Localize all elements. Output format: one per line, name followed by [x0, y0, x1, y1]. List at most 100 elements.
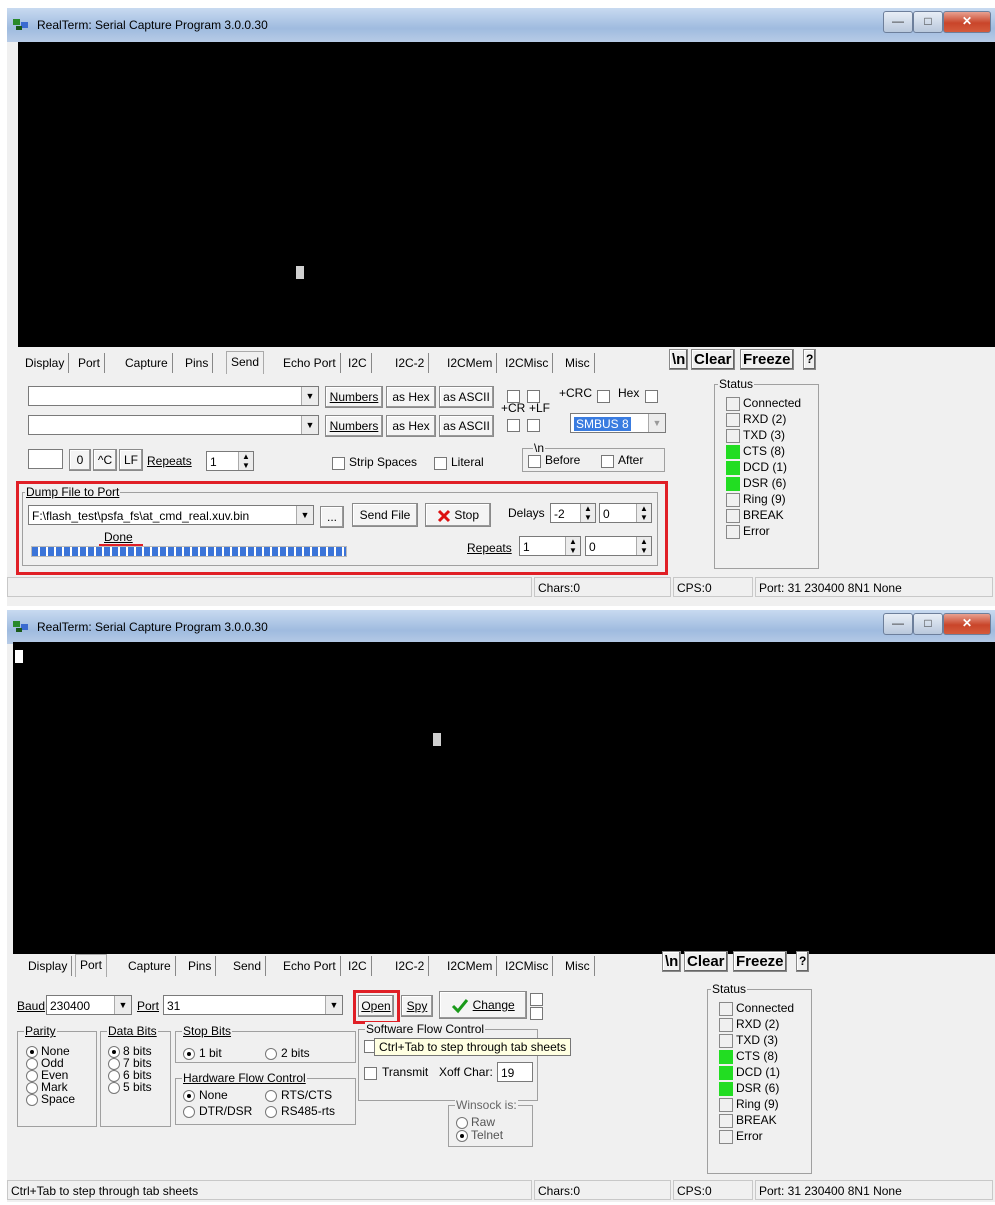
strip-spaces-checkbox[interactable]: [332, 457, 345, 470]
send-numbers-button-1[interactable]: Numbers: [325, 386, 383, 408]
tab-misc[interactable]: Misc: [561, 353, 595, 373]
stopbits-2-radio[interactable]: [265, 1048, 277, 1060]
hwflow-rtscts-radio[interactable]: [265, 1090, 277, 1102]
tab-port[interactable]: Port: [75, 954, 108, 977]
tab-i2cmem[interactable]: I2CMem: [443, 353, 498, 373]
send-as-ascii-button-2[interactable]: as ASCII: [439, 415, 494, 437]
parity-even-radio[interactable]: [26, 1070, 38, 1082]
spin-arrows-icon[interactable]: ▲ ▼: [636, 504, 651, 522]
tab-misc[interactable]: Misc: [561, 956, 595, 976]
clear-button[interactable]: Clear: [691, 349, 735, 370]
parity-none-radio[interactable]: [26, 1046, 38, 1058]
transmit-checkbox[interactable]: [364, 1067, 377, 1080]
send-char-input[interactable]: [28, 449, 63, 469]
tab-i2c-2[interactable]: I2C-2: [391, 956, 430, 976]
chevron-down-icon[interactable]: ▼: [301, 387, 318, 405]
send-as-ascii-button-1[interactable]: as ASCII: [439, 386, 494, 408]
tab-i2c-2[interactable]: I2C-2: [391, 353, 430, 373]
open-button[interactable]: Open: [358, 995, 394, 1017]
send-input-2[interactable]: ▼: [28, 415, 319, 435]
tab-capture[interactable]: Capture: [121, 353, 173, 373]
maximize-button[interactable]: □: [913, 11, 943, 33]
crc-checkbox[interactable]: [597, 390, 610, 403]
after-checkbox[interactable]: [601, 455, 614, 468]
tab-display[interactable]: Display: [24, 956, 73, 976]
tab-port[interactable]: Port: [74, 353, 106, 373]
send-ctrl-c-button[interactable]: ^C: [93, 449, 117, 471]
tab-pins[interactable]: Pins: [181, 353, 214, 373]
send-lf-button[interactable]: LF: [119, 449, 143, 471]
change-button[interactable]: Change: [439, 991, 527, 1019]
tab-echo-port[interactable]: Echo Port: [279, 353, 341, 373]
help-button[interactable]: ?: [796, 951, 810, 972]
spin-arrows-icon[interactable]: ▲ ▼: [238, 452, 253, 470]
databits-6-bits-radio[interactable]: [108, 1070, 120, 1082]
before-checkbox[interactable]: [528, 455, 541, 468]
send-file-button[interactable]: Send File: [352, 503, 418, 527]
maximize-button[interactable]: □: [913, 613, 943, 635]
hwflow-rs485-radio[interactable]: [265, 1106, 277, 1118]
tab-i2cmisc[interactable]: I2CMisc: [501, 956, 554, 976]
winsock-telnet-radio[interactable]: [456, 1130, 468, 1142]
spin-arrows-icon[interactable]: ▲ ▼: [565, 537, 580, 555]
parity-odd-radio[interactable]: [26, 1058, 38, 1070]
newline-button[interactable]: \n: [669, 349, 689, 370]
dump-file-path[interactable]: F:\flash_test\psfa_fs\at_cmd_real.xuv.bi…: [28, 505, 314, 525]
terminal-display[interactable]: [13, 642, 995, 954]
delay-spinner-2[interactable]: 0 ▲ ▼: [599, 503, 652, 523]
chevron-down-icon[interactable]: ▼: [296, 506, 313, 524]
hex-checkbox[interactable]: [645, 390, 658, 403]
browse-button[interactable]: ...: [320, 506, 344, 528]
send-zero-button[interactable]: 0: [69, 449, 91, 471]
databits-5-bits-radio[interactable]: [108, 1082, 120, 1094]
title-bar[interactable]: RealTerm: Serial Capture Program 3.0.0.3…: [7, 610, 995, 644]
lf-checkbox-2[interactable]: [527, 419, 540, 432]
tab-display[interactable]: Display: [21, 353, 70, 373]
spy-button[interactable]: Spy: [401, 995, 433, 1017]
stop-button[interactable]: Stop: [425, 503, 491, 527]
terminal-display[interactable]: [18, 42, 995, 347]
hwflow-dtrdsr-radio[interactable]: [183, 1106, 195, 1118]
chevron-down-icon[interactable]: ▼: [301, 416, 318, 434]
freeze-button[interactable]: Freeze: [733, 951, 787, 972]
xoff-input[interactable]: 19: [497, 1062, 533, 1082]
stopbits-1-radio[interactable]: [183, 1048, 195, 1060]
winsock-raw-radio[interactable]: [456, 1117, 468, 1129]
help-button[interactable]: ?: [803, 349, 817, 370]
smbus-select[interactable]: SMBUS 8 ▼: [570, 413, 666, 433]
tab-capture[interactable]: Capture: [124, 956, 176, 976]
chevron-down-icon[interactable]: ▼: [114, 996, 131, 1014]
title-bar[interactable]: RealTerm: Serial Capture Program 3.0.0.3…: [7, 8, 995, 42]
minimize-button[interactable]: —: [883, 613, 913, 635]
close-button[interactable]: ✕: [943, 11, 991, 33]
port-select[interactable]: 31 ▼: [163, 995, 343, 1015]
literal-checkbox[interactable]: [434, 457, 447, 470]
tab-i2c[interactable]: I2C: [344, 956, 372, 976]
newline-button[interactable]: \n: [662, 951, 682, 972]
parity-mark-radio[interactable]: [26, 1082, 38, 1094]
freeze-button[interactable]: Freeze: [740, 349, 794, 370]
send-numbers-button-2[interactable]: Numbers: [325, 415, 383, 437]
databits-8-bits-radio[interactable]: [108, 1046, 120, 1058]
cr-checkbox-2[interactable]: [507, 419, 520, 432]
close-button[interactable]: ✕: [943, 613, 991, 635]
send-as-hex-button-1[interactable]: as Hex: [386, 386, 436, 408]
dump-repeats-spinner-1[interactable]: 1 ▲ ▼: [519, 536, 581, 556]
change-checkbox-2[interactable]: [530, 1007, 543, 1020]
tab-i2cmem[interactable]: I2CMem: [443, 956, 498, 976]
send-input-1[interactable]: ▼: [28, 386, 319, 406]
spin-arrows-icon[interactable]: ▲ ▼: [636, 537, 651, 555]
send-repeats-spinner[interactable]: 1 ▲ ▼: [206, 451, 254, 471]
delay-spinner-1[interactable]: -2 ▲ ▼: [550, 503, 596, 523]
tab-echo-port[interactable]: Echo Port: [279, 956, 341, 976]
clear-button[interactable]: Clear: [684, 951, 728, 972]
chevron-down-icon[interactable]: ▼: [648, 414, 665, 432]
spin-arrows-icon[interactable]: ▲ ▼: [580, 504, 595, 522]
change-checkbox-1[interactable]: [530, 993, 543, 1006]
tab-pins[interactable]: Pins: [184, 956, 217, 976]
chevron-down-icon[interactable]: ▼: [325, 996, 342, 1014]
hwflow-none-radio[interactable]: [183, 1090, 195, 1102]
tab-i2c[interactable]: I2C: [344, 353, 372, 373]
minimize-button[interactable]: —: [883, 11, 913, 33]
tab-send[interactable]: Send: [226, 351, 265, 374]
